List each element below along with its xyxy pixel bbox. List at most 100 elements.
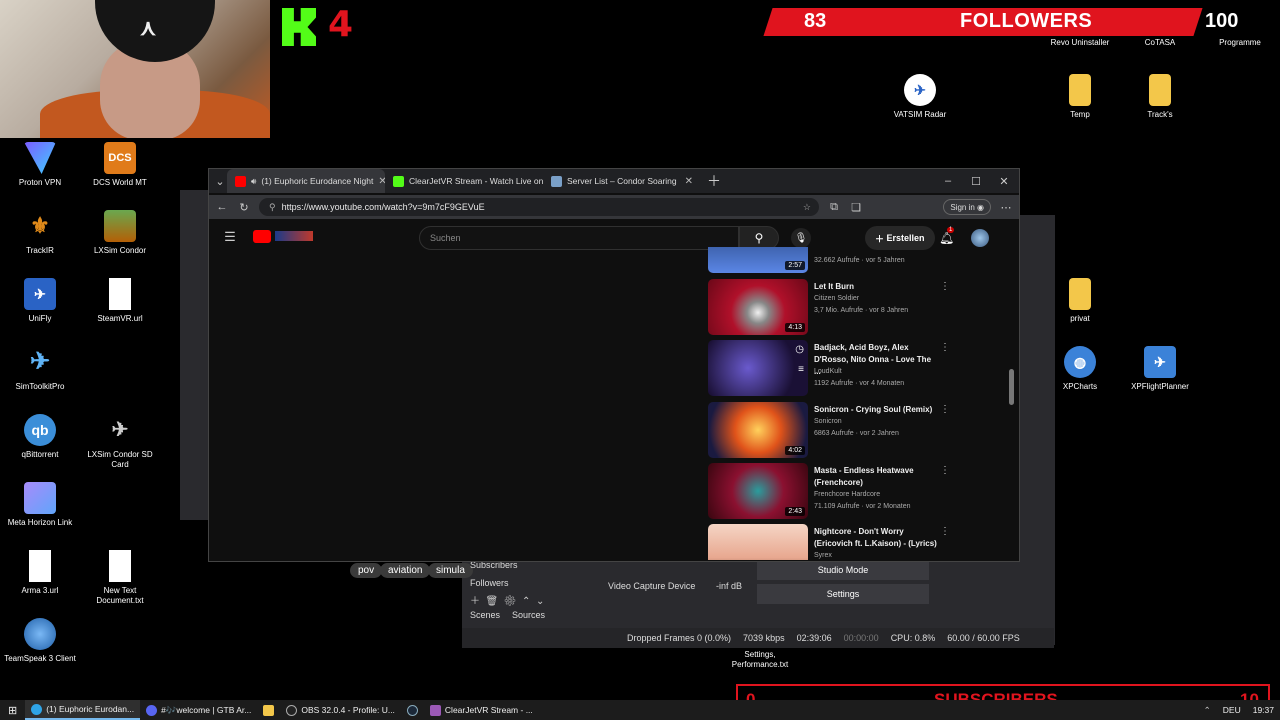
desktop-icon-protonvpn[interactable]: Proton VPN: [0, 142, 80, 188]
taskbar-item-kick[interactable]: ClearJetVR Stream - ...: [424, 700, 539, 720]
source-followers[interactable]: Followers: [470, 578, 509, 588]
desktop-icon-cotasa[interactable]: CoTASA: [1120, 38, 1200, 48]
video-thumbnail[interactable]: 2:43: [708, 463, 808, 519]
teamspeak-icon: [24, 618, 56, 650]
taskbar-item-obs[interactable]: OBS 32.0.4 - Profile: U...: [280, 700, 401, 720]
desktop-icon-condor-sd-card[interactable]: ✈ LXSim Condor SD Card: [80, 414, 160, 470]
desktop-icon-lxsim-condor[interactable]: LXSim Condor: [80, 210, 160, 256]
desktop-icon-revo-uninstaller[interactable]: Revo Uninstaller: [1040, 38, 1120, 48]
more-menu-icon[interactable]: ⋯: [999, 201, 1013, 214]
tab-bar: ⌄ 🔊︎ (1) Euphoric Eurodance Night ✕ Clea…: [209, 169, 1019, 193]
desktop-icon-xpflightplanner[interactable]: ✈ XPFlightPlanner: [1120, 346, 1200, 392]
search-input[interactable]: Suchen: [419, 226, 739, 250]
sign-in-button[interactable]: Sign in ◉: [943, 199, 991, 215]
steam-icon: [406, 704, 418, 716]
desktop-icon-tracks[interactable]: Track's: [1120, 74, 1200, 120]
watch-later-icon[interactable]: ◷: [795, 344, 804, 355]
dropped-frames: Dropped Frames 0 (0.0%): [627, 633, 732, 643]
site-info-icon[interactable]: ⚲: [269, 202, 276, 213]
add-to-queue-icon[interactable]: ≡: [798, 364, 804, 375]
more-options-icon[interactable]: ⋮: [940, 465, 950, 476]
video-item[interactable]: 4:13 Let It Burn Citizen Soldier 3,7 Mio…: [708, 279, 1008, 337]
microphone-icon[interactable]: 🎙︎: [791, 228, 811, 248]
desktop-icon-simtoolkitpro[interactable]: ✈ SimToolkitPro: [0, 346, 80, 392]
minimize-icon[interactable]: –: [941, 175, 955, 187]
desktop-icon-teamspeak[interactable]: TeamSpeak 3 Client: [0, 618, 80, 664]
desktop-icon-new-text-document[interactable]: New Text Document.txt: [80, 550, 160, 606]
tag-simula[interactable]: simula: [428, 563, 473, 578]
desktop-icon-programme[interactable]: Programme: [1200, 38, 1280, 48]
scrollbar-thumb[interactable]: [1009, 369, 1014, 405]
extensions-icon[interactable]: ⧉: [827, 201, 841, 214]
video-thumbnail[interactable]: 2:57: [708, 247, 808, 273]
favorite-star-icon[interactable]: ☆: [803, 202, 811, 213]
more-options-icon[interactable]: ⋮: [940, 281, 950, 292]
video-item[interactable]: Nightcore - Don't Worry (Ericovich ft. L…: [708, 524, 1008, 560]
tab-scenes[interactable]: Scenes: [470, 610, 500, 620]
video-thumbnail[interactable]: [708, 524, 808, 560]
notifications-bell-icon[interactable]: 🔔︎: [939, 231, 954, 245]
video-thumbnail[interactable]: ◷ ≡: [708, 340, 808, 396]
followers-label: FOLLOWERS: [960, 10, 1093, 32]
video-item[interactable]: 2:43 Masta - Endless Heatwave (Frenchcor…: [708, 463, 1008, 521]
studio-mode-button[interactable]: Studio Mode: [757, 560, 929, 580]
close-tab-icon[interactable]: ✕: [378, 176, 385, 187]
video-thumbnail[interactable]: 4:02: [708, 402, 808, 458]
obs-status-bar: Dropped Frames 0 (0.0%) 7039 kbps 02:39:…: [462, 628, 1054, 648]
condor-icon: [104, 210, 136, 242]
tab-youtube[interactable]: 🔊︎ (1) Euphoric Eurodance Night ✕: [227, 169, 385, 193]
desktop-icon-settings-performance[interactable]: Settings, Performance.txt: [720, 650, 800, 670]
desktop-icon-arma3-url[interactable]: Arma 3.url: [0, 550, 80, 596]
video-item[interactable]: ◷ ≡ Badjack, Acid Boyz, Alex D'Rosso, Ni…: [708, 340, 1008, 398]
airplane-icon: ✈: [1144, 346, 1176, 378]
youtube-doodle-icon[interactable]: [275, 231, 313, 241]
tab-condor[interactable]: Server List – Condor Soaring ✕: [543, 169, 701, 193]
desktop-icon-meta-horizon-link[interactable]: Meta Horizon Link: [0, 482, 80, 528]
more-options-icon[interactable]: ⋮: [940, 526, 950, 537]
desktop-icon-steamvr-url[interactable]: SteamVR.url: [80, 278, 160, 324]
back-icon[interactable]: ←: [215, 201, 229, 213]
folder-icon: [263, 704, 275, 716]
maximize-icon[interactable]: ☐: [969, 175, 983, 188]
more-options-icon[interactable]: ⋮: [940, 342, 950, 353]
taskbar-item-explorer[interactable]: [257, 700, 280, 720]
live-time: 02:39:06: [796, 633, 832, 643]
taskbar-item-browser[interactable]: (1) Euphoric Eurodan...: [25, 700, 141, 720]
hamburger-menu-icon[interactable]: ☰: [223, 229, 237, 245]
video-item[interactable]: 2:57 32.662 Aufrufe · vor 5 Jahren: [708, 247, 1008, 273]
desktop-icon-temp[interactable]: Temp: [1040, 74, 1120, 120]
desktop-icon-dcs[interactable]: DCS DCS World MT: [80, 142, 160, 188]
tab-search-icon[interactable]: ⌄: [213, 175, 227, 188]
airplane-icon: ✈: [29, 348, 51, 375]
video-thumbnail[interactable]: 4:13: [708, 279, 808, 335]
condor-favicon-icon: [551, 175, 562, 187]
collections-icon[interactable]: ❏: [849, 201, 863, 214]
tab-sources[interactable]: Sources: [512, 610, 545, 620]
settings-button[interactable]: Settings: [757, 584, 929, 604]
avatar[interactable]: [971, 229, 989, 247]
tab-kick[interactable]: ClearJetVR Stream - Watch Live on ✕: [385, 169, 543, 193]
new-tab-icon[interactable]: ＋: [707, 171, 721, 191]
taskbar-item-discord[interactable]: #🎶welcome | GTB Ar...: [140, 700, 257, 720]
desktop-icon-unifly[interactable]: ✈ UniFly: [0, 278, 80, 324]
start-button-icon[interactable]: ⊞: [0, 700, 25, 720]
close-window-icon[interactable]: ✕: [997, 175, 1011, 188]
more-options-icon[interactable]: ⋮: [940, 404, 950, 415]
video-item[interactable]: 4:02 Sonicron - Crying Soul (Remix) Soni…: [708, 402, 1008, 460]
address-bar[interactable]: ⚲ https://www.youtube.com/watch?v=9m7cF9…: [259, 198, 819, 216]
youtube-logo-icon[interactable]: [253, 230, 271, 243]
taskbar-item-steam[interactable]: [401, 700, 424, 720]
reload-icon[interactable]: ↻: [237, 201, 251, 214]
speaker-icon[interactable]: 🔊︎: [251, 176, 256, 187]
tag-pov[interactable]: pov: [350, 563, 383, 578]
url-text: https://www.youtube.com/watch?v=9m7cF9GE…: [281, 202, 485, 212]
desktop-icon-vatsim-radar[interactable]: ✈ VATSIM Radar: [880, 74, 960, 120]
taskbar-lang[interactable]: DEU: [1217, 700, 1247, 720]
desktop-icon-trackir[interactable]: ⚜ TrackIR: [0, 210, 80, 256]
fps: 60.00 / 60.00 FPS: [947, 633, 1020, 643]
tag-aviation[interactable]: aviation: [380, 563, 431, 578]
desktop-icon-qbittorrent[interactable]: qb qBittorrent: [0, 414, 80, 460]
close-tab-icon[interactable]: ✕: [685, 176, 693, 187]
taskbar-clock[interactable]: 19:37: [1247, 700, 1280, 720]
tray-chevron-icon[interactable]: ⌃: [1198, 700, 1217, 720]
